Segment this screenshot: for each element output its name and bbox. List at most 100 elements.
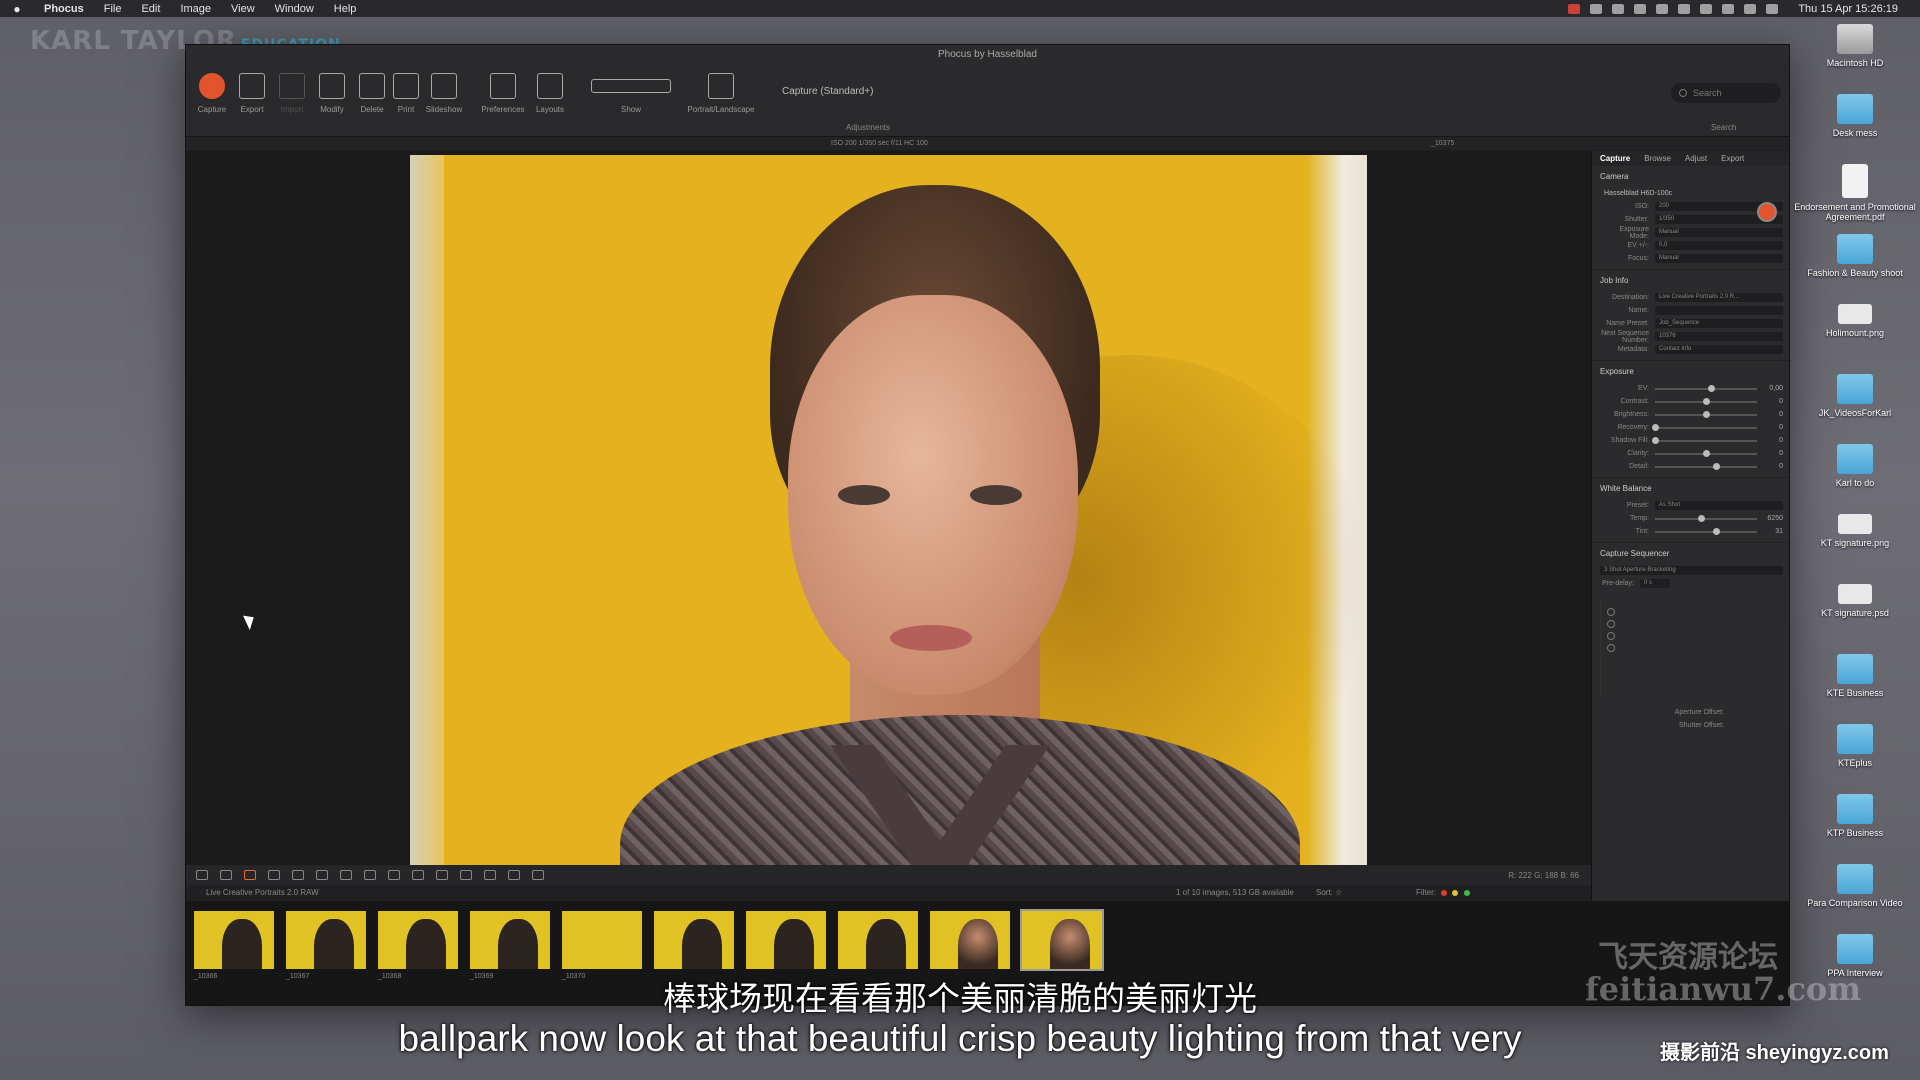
- portrait-photo[interactable]: [410, 155, 1367, 871]
- desktop-icon[interactable]: JK_VideosForKarl: [1790, 374, 1920, 418]
- eyedropper-icon[interactable]: [292, 870, 304, 880]
- camera-title[interactable]: Camera: [1600, 172, 1783, 181]
- slider-knob[interactable]: [1703, 410, 1710, 418]
- overlay-icon[interactable]: [460, 870, 472, 880]
- remote-capture-button[interactable]: [1757, 202, 1777, 222]
- tab-export[interactable]: Export: [1721, 154, 1744, 163]
- crop-tool-icon[interactable]: [244, 870, 256, 880]
- job-info-title[interactable]: Job Info: [1600, 276, 1783, 285]
- apple-icon[interactable]: ●: [0, 2, 34, 16]
- slider-knob[interactable]: [1652, 436, 1659, 444]
- search-icon[interactable]: [1766, 3, 1779, 14]
- volume-icon[interactable]: [1678, 3, 1691, 14]
- predelay-value[interactable]: 0 s: [1640, 579, 1670, 588]
- setting-value[interactable]: Live Creative Portraits 2.0 R...: [1655, 293, 1783, 302]
- exposure-title[interactable]: Exposure: [1600, 367, 1783, 376]
- white-balance-title[interactable]: White Balance: [1600, 484, 1783, 493]
- slider-track[interactable]: [1655, 449, 1757, 457]
- list-icon[interactable]: [364, 870, 376, 880]
- slider-knob[interactable]: [1703, 449, 1710, 457]
- slider-value[interactable]: 0: [1763, 411, 1783, 418]
- display-icon[interactable]: [1634, 3, 1647, 14]
- slider-track[interactable]: [1652, 423, 1757, 431]
- setting-value[interactable]: 10376: [1655, 332, 1783, 341]
- desktop-icon[interactable]: KTE Business: [1790, 654, 1920, 698]
- setting-value[interactable]: 0,0: [1655, 241, 1783, 250]
- slider-knob[interactable]: [1697, 514, 1705, 522]
- setting-value[interactable]: [1655, 306, 1783, 315]
- desktop-icon[interactable]: Endorsement and Promotional Agreement.pd…: [1790, 164, 1920, 222]
- prev-image-icon[interactable]: [484, 870, 496, 880]
- desktop-icon[interactable]: Karl to do: [1790, 444, 1920, 488]
- import-button[interactable]: Import: [270, 73, 314, 114]
- filmstrip-layout-icon[interactable]: [412, 870, 424, 880]
- tab-browse[interactable]: Browse: [1644, 154, 1671, 163]
- viewer-layout-icon[interactable]: [388, 870, 400, 880]
- desktop-icon[interactable]: KTEplus: [1790, 724, 1920, 768]
- next-image-icon[interactable]: [508, 870, 520, 880]
- tab-adjust[interactable]: Adjust: [1685, 154, 1707, 163]
- slider-knob[interactable]: [1652, 423, 1659, 431]
- slider-knob[interactable]: [1713, 527, 1721, 535]
- search-input[interactable]: Search: [1671, 83, 1781, 103]
- slider-value[interactable]: 0: [1763, 424, 1783, 431]
- sequencer-mode-select[interactable]: 3 Shot Aperture Bracketing: [1600, 566, 1783, 575]
- slider-track[interactable]: [1652, 436, 1757, 444]
- desktop-icon[interactable]: KT signature.png: [1790, 514, 1920, 548]
- straighten-tool-icon[interactable]: [268, 870, 280, 880]
- setting-value[interactable]: Manual: [1655, 228, 1783, 237]
- slider-value[interactable]: 6250: [1763, 515, 1783, 522]
- menu-edit[interactable]: Edit: [131, 3, 170, 15]
- menubar-clock[interactable]: Thu 15 Apr 15:26:19: [1788, 3, 1908, 15]
- modify-button[interactable]: Modify: [310, 73, 354, 114]
- compare-icon[interactable]: [196, 870, 208, 880]
- green-filter-dot[interactable]: [1463, 889, 1470, 896]
- bluetooth-icon[interactable]: [1700, 3, 1713, 14]
- menu-phocus[interactable]: Phocus: [34, 3, 94, 15]
- fit-icon[interactable]: [532, 870, 544, 880]
- menu-view[interactable]: View: [221, 3, 265, 15]
- desktop-icon[interactable]: Macintosh HD: [1790, 24, 1920, 68]
- desktop-icon[interactable]: KTP Business: [1790, 794, 1920, 838]
- shield-icon[interactable]: [1612, 3, 1625, 14]
- export-button[interactable]: Export: [230, 73, 274, 114]
- wifi-icon[interactable]: [1744, 3, 1757, 14]
- wb-preset-select[interactable]: As Shot: [1655, 501, 1783, 510]
- desktop-icon[interactable]: Desk mess: [1790, 94, 1920, 138]
- desktop-icon[interactable]: KT signature.psd: [1790, 584, 1920, 618]
- setting-value[interactable]: Manual: [1655, 254, 1783, 263]
- slider-value[interactable]: 0: [1763, 463, 1783, 470]
- slider-track[interactable]: [1655, 527, 1757, 535]
- red-filter-dot[interactable]: [1441, 889, 1448, 896]
- tab-capture[interactable]: Capture: [1600, 154, 1630, 163]
- yellow-filter-dot[interactable]: [1452, 889, 1459, 896]
- grid-icon[interactable]: [436, 870, 448, 880]
- slider-value[interactable]: 0: [1763, 450, 1783, 457]
- slider-track[interactable]: [1655, 514, 1757, 522]
- menu-window[interactable]: Window: [265, 3, 324, 15]
- preferences-button[interactable]: Preferences: [476, 73, 530, 114]
- slider-knob[interactable]: [1713, 462, 1721, 470]
- show-button[interactable]: Show: [586, 73, 676, 114]
- slider-track[interactable]: [1655, 462, 1757, 470]
- menu-image[interactable]: Image: [170, 3, 221, 15]
- menu-help[interactable]: Help: [324, 3, 367, 15]
- slider-knob[interactable]: [1703, 397, 1710, 405]
- capture-button[interactable]: Capture: [190, 73, 234, 114]
- menu-file[interactable]: File: [94, 3, 132, 15]
- battery-icon[interactable]: [1722, 3, 1735, 14]
- slider-knob[interactable]: [1708, 384, 1716, 392]
- layouts-button[interactable]: Layouts: [528, 73, 572, 114]
- slider-track[interactable]: [1655, 397, 1757, 405]
- setting-value[interactable]: Contact Info: [1655, 345, 1783, 354]
- record-status-icon[interactable]: [1568, 3, 1581, 14]
- slider-track[interactable]: [1655, 384, 1757, 392]
- desktop-icon[interactable]: Holimount.png: [1790, 304, 1920, 338]
- image-viewer[interactable]: [186, 151, 1591, 871]
- setting-value[interactable]: Job_Sequence: [1655, 319, 1783, 328]
- slideshow-button[interactable]: Slideshow: [422, 73, 466, 114]
- dropbox-icon[interactable]: [1590, 3, 1603, 14]
- portrait-landscape-button[interactable]: Portrait/Landscape: [676, 73, 766, 114]
- slider-track[interactable]: [1655, 410, 1757, 418]
- sequencer-title[interactable]: Capture Sequencer: [1600, 549, 1783, 558]
